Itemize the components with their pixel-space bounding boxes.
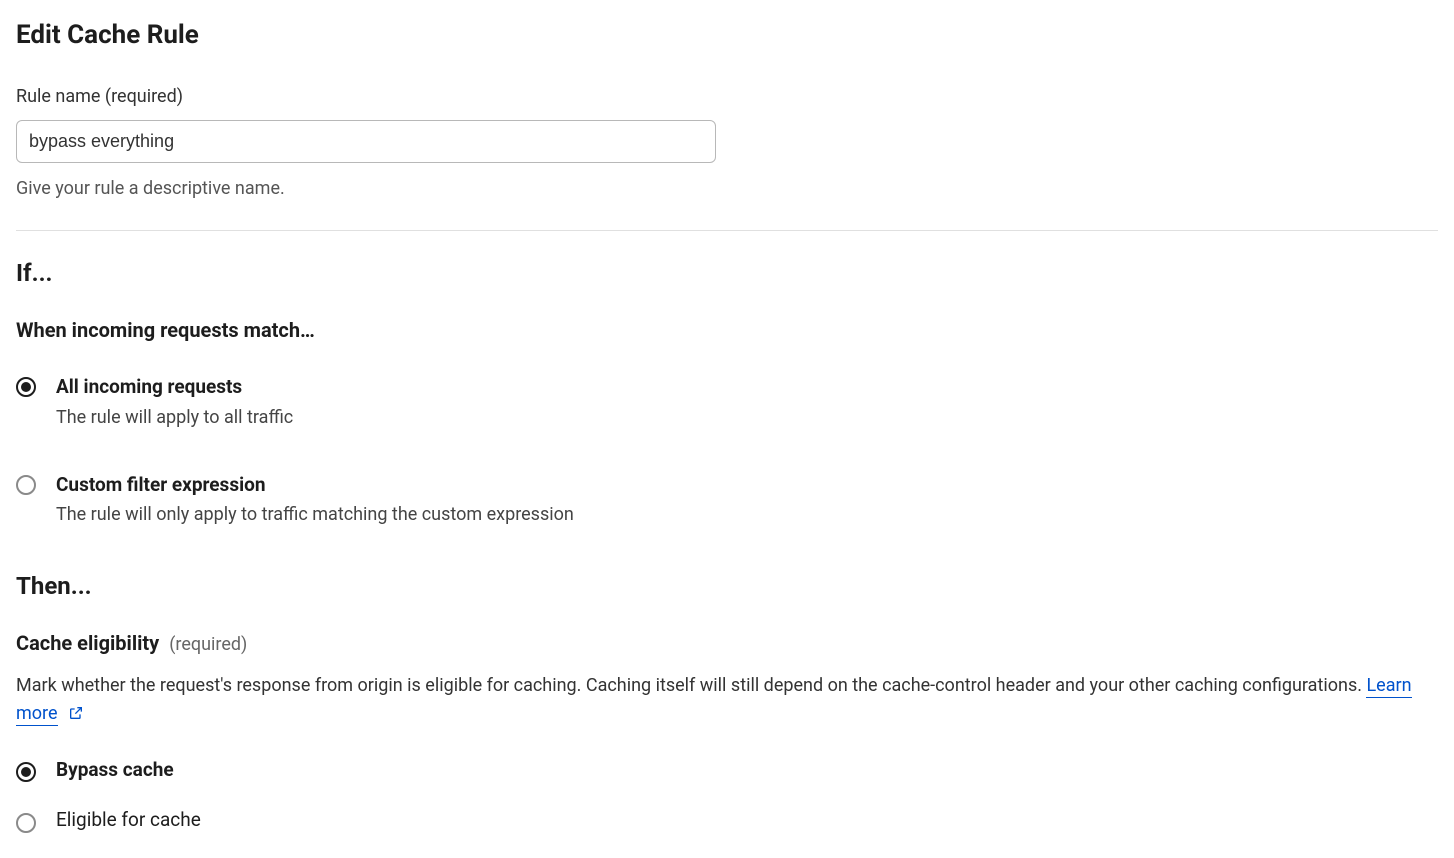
radio-icon: [16, 813, 36, 833]
rule-name-label: Rule name (required): [16, 83, 1438, 110]
external-link-icon: [68, 702, 84, 730]
rule-name-input[interactable]: [16, 120, 716, 163]
radio-desc: The rule will apply to all traffic: [56, 404, 1438, 431]
radio-label: Eligible for cache: [56, 806, 201, 835]
match-radio-group: All incoming requests The rule will appl…: [16, 373, 1438, 528]
section-divider: [16, 230, 1438, 231]
eligibility-heading: Cache eligibility (required): [16, 628, 1438, 658]
eligibility-desc-text: Mark whether the request's response from…: [16, 675, 1366, 696]
radio-title: Custom filter expression: [56, 471, 1438, 500]
radio-desc: The rule will only apply to traffic matc…: [56, 501, 1438, 528]
then-heading: Then...: [16, 568, 1438, 604]
rule-name-field: Rule name (required) Give your rule a de…: [16, 83, 1438, 202]
radio-eligible-for-cache[interactable]: Eligible for cache: [16, 806, 1438, 835]
eligibility-description: Mark whether the request's response from…: [16, 672, 1438, 730]
radio-all-incoming[interactable]: All incoming requests The rule will appl…: [16, 373, 1438, 431]
if-subheading: When incoming requests match…: [16, 315, 1438, 345]
radio-title: All incoming requests: [56, 373, 1438, 402]
radio-content: Custom filter expression The rule will o…: [56, 471, 1438, 529]
eligibility-required: (required): [169, 634, 247, 655]
radio-icon: [16, 762, 36, 782]
if-heading: If...: [16, 255, 1438, 291]
radio-icon: [16, 475, 36, 495]
radio-content: All incoming requests The rule will appl…: [56, 373, 1438, 431]
radio-bypass-cache[interactable]: Bypass cache: [16, 756, 1438, 785]
eligibility-title: Cache eligibility: [16, 631, 159, 655]
eligibility-radio-group: Bypass cache Eligible for cache: [16, 756, 1438, 835]
radio-custom-filter[interactable]: Custom filter expression The rule will o…: [16, 471, 1438, 529]
radio-icon: [16, 377, 36, 397]
page-title: Edit Cache Rule: [16, 16, 1438, 55]
rule-name-help: Give your rule a descriptive name.: [16, 175, 1438, 202]
radio-label: Bypass cache: [56, 756, 174, 785]
